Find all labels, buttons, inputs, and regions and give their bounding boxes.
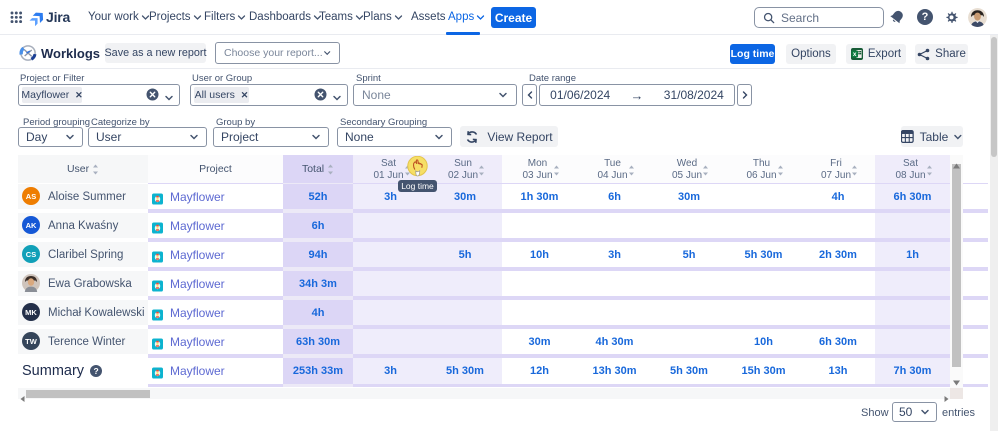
- svg-text:x: x: [853, 51, 857, 58]
